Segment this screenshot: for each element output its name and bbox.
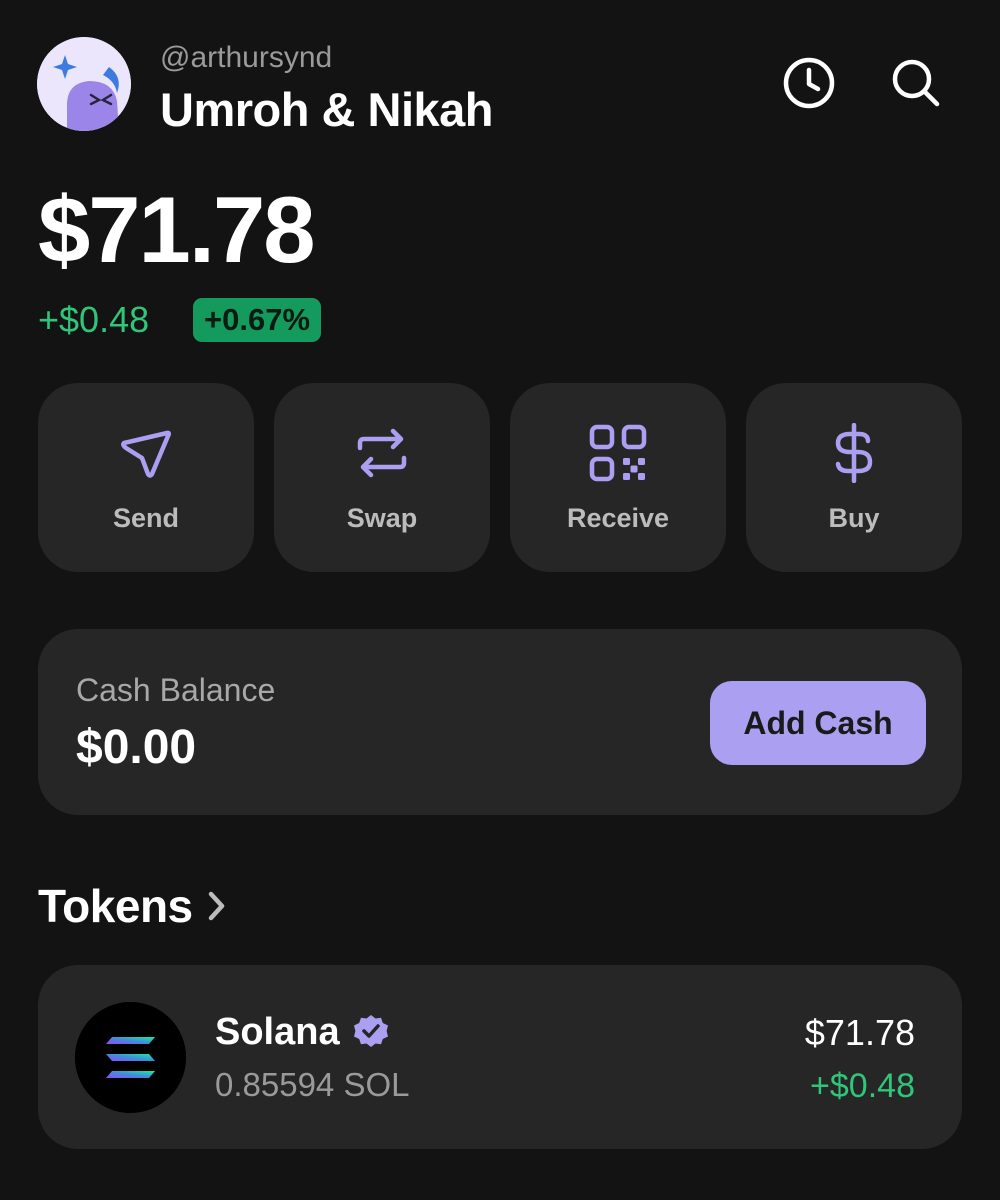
avatar[interactable] bbox=[37, 37, 131, 131]
solana-logo-icon bbox=[75, 1002, 186, 1113]
send-icon bbox=[121, 430, 172, 478]
balance-change-amount: +$0.48 bbox=[38, 299, 150, 340]
buy-button[interactable]: Buy bbox=[746, 383, 962, 572]
swap-icon bbox=[357, 428, 407, 478]
qr-code-icon bbox=[589, 424, 647, 482]
sparkle-face-avatar-icon bbox=[37, 37, 131, 131]
receive-label: Receive bbox=[566, 503, 670, 533]
cash-balance-value: $0.00 bbox=[76, 721, 197, 774]
clock-icon bbox=[783, 57, 835, 109]
history-button[interactable] bbox=[777, 51, 841, 115]
search-icon bbox=[892, 59, 940, 107]
dollar-icon bbox=[835, 423, 873, 483]
tokens-heading-label: Tokens bbox=[38, 880, 193, 932]
token-value: $71.78 bbox=[804, 1012, 915, 1053]
verified-badge-icon bbox=[352, 1013, 390, 1051]
cash-balance-label: Cash Balance bbox=[76, 672, 276, 708]
account-handle: @arthursynd bbox=[160, 41, 333, 74]
balance-change-percent-badge: +0.67% bbox=[193, 298, 322, 342]
add-cash-button[interactable]: Add Cash bbox=[710, 681, 926, 765]
chevron-right-icon bbox=[207, 889, 227, 923]
search-button[interactable] bbox=[884, 51, 948, 115]
send-button[interactable]: Send bbox=[38, 383, 254, 572]
buy-label: Buy bbox=[828, 503, 880, 533]
send-label: Send bbox=[112, 503, 179, 533]
swap-label: Swap bbox=[346, 503, 418, 533]
receive-button[interactable]: Receive bbox=[510, 383, 726, 572]
swap-button[interactable]: Swap bbox=[274, 383, 490, 572]
token-amount: 0.85594 SOL bbox=[215, 1066, 410, 1103]
token-change: +$0.48 bbox=[810, 1067, 915, 1105]
token-name: Solana bbox=[215, 1008, 390, 1056]
total-balance: $71.78 bbox=[38, 177, 316, 282]
account-name[interactable]: Umroh & Nikah bbox=[160, 82, 494, 138]
tokens-heading[interactable]: Tokens bbox=[38, 876, 227, 936]
token-name-label: Solana bbox=[215, 1011, 340, 1053]
